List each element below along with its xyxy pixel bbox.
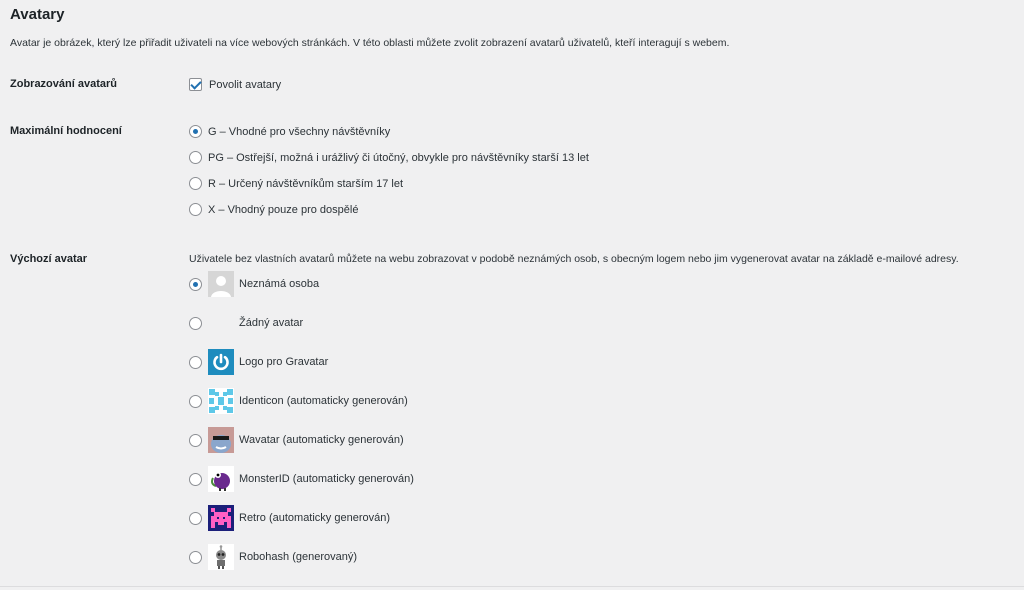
avatar-option-label: Žádný avatar [239,317,304,329]
rating-option-label: R – Určený návštěvníkům starším 17 let [208,177,404,190]
avatar-option-label: MonsterID (automaticky generován) [239,473,414,485]
default-avatar-radio-retro[interactable] [189,511,202,525]
robohash-icon [208,544,234,570]
section-divider [0,586,1024,587]
avatar-option-label: Retro (automaticky generován) [239,512,391,524]
max-rating-label: Maximální hodnocení [10,125,122,137]
default-avatar-option-gravatar[interactable]: Logo pro Gravatar [189,349,328,375]
default-avatar-option-mystery[interactable]: Neznámá osoba [189,271,319,297]
default-avatar-radio-blank[interactable] [189,316,202,330]
default-avatar-option-monsterid[interactable]: MonsterID (automaticky generován) [189,466,414,492]
default-avatar-radio-wavatar[interactable] [189,433,202,447]
mystery-person-icon [208,271,234,297]
section-title: Avatary [10,6,65,23]
section-description: Avatar je obrázek, který lze přiřadit už… [10,37,730,49]
gravatar-logo-icon [208,349,234,375]
rating-option-pg[interactable]: PG – Ostřejší, možná i urážlivý či útočn… [189,151,589,164]
default-avatar-radio-identicon[interactable] [189,394,202,408]
avatar-option-label: Wavatar (automaticky generován) [239,434,404,446]
blank-avatar-icon [208,310,234,336]
identicon-icon [208,388,234,414]
default-avatar-label: Výchozí avatar [10,253,88,265]
rating-radio-r[interactable] [189,177,202,190]
avatar-option-label: Logo pro Gravatar [239,356,329,368]
default-avatar-option-identicon[interactable]: Identicon (automaticky generován) [189,388,408,414]
rating-radio-g[interactable] [189,125,202,138]
show-avatars-checkbox-label: Povolit avatary [209,78,282,91]
wavatar-icon [208,427,234,453]
rating-option-r[interactable]: R – Určený návštěvníkům starším 17 let [189,177,403,190]
rating-option-label: PG – Ostřejší, možná i urážlivý či útočn… [208,151,589,164]
default-avatar-option-retro[interactable]: Retro (automaticky generován) [189,505,390,531]
default-avatar-radio-mystery[interactable] [189,277,202,291]
rating-option-g[interactable]: G – Vhodné pro všechny návštěvníky [189,125,390,138]
default-avatar-description: Uživatele bez vlastních avatarů můžete n… [189,253,959,265]
show-avatars-label: Zobrazování avatarů [10,78,117,90]
default-avatar-option-robohash[interactable]: Robohash (generovaný) [189,544,357,570]
rating-option-label: G – Vhodné pro všechny návštěvníky [208,125,391,138]
default-avatar-radio-monsterid[interactable] [189,472,202,486]
show-avatars-checkbox[interactable] [189,78,202,91]
rating-radio-pg[interactable] [189,151,202,164]
default-avatar-option-blank[interactable]: Žádný avatar [189,310,303,336]
rating-option-x[interactable]: X – Vhodný pouze pro dospělé [189,203,358,216]
rating-radio-x[interactable] [189,203,202,216]
avatar-option-label: Identicon (automaticky generován) [239,395,408,407]
default-avatar-option-wavatar[interactable]: Wavatar (automaticky generován) [189,427,404,453]
default-avatar-radio-robohash[interactable] [189,550,202,564]
show-avatars-option[interactable]: Povolit avatary [189,78,281,91]
rating-option-label: X – Vhodný pouze pro dospělé [208,203,359,216]
default-avatar-radio-gravatar[interactable] [189,355,202,369]
monsterid-icon [208,466,234,492]
avatar-option-label: Neznámá osoba [239,278,320,290]
retro-icon [208,505,234,531]
avatar-option-label: Robohash (generovaný) [239,551,358,563]
